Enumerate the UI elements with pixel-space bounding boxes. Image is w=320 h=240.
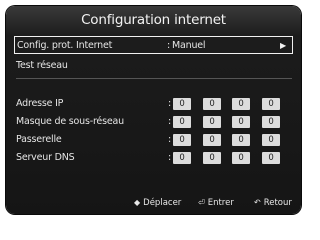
- config-protocol-value: Manuel: [172, 40, 206, 51]
- enter-hint-label: Entrer: [207, 198, 234, 208]
- gateway-row[interactable]: Passerelle : 0 0 0 0: [16, 132, 292, 148]
- dns-server-octet-4[interactable]: 0: [262, 152, 280, 164]
- subnet-mask-octet-4[interactable]: 0: [262, 116, 280, 128]
- enter-hint: ⏎ Entrer: [198, 192, 234, 214]
- right-arrow-icon[interactable]: ▶: [280, 37, 286, 55]
- move-hint: ◆ Déplacer: [134, 192, 181, 214]
- divider: [16, 78, 292, 79]
- enter-icon: ⏎: [198, 198, 205, 207]
- config-protocol-label: Config. prot. Internet: [17, 40, 113, 51]
- dns-server-colon: :: [168, 152, 172, 163]
- ip-address-octet-1[interactable]: 0: [173, 98, 191, 110]
- subnet-mask-colon: :: [168, 116, 172, 127]
- subnet-mask-octet-2[interactable]: 0: [203, 116, 221, 128]
- return-hint-label: Retour: [263, 198, 292, 208]
- dns-server-octet-1[interactable]: 0: [173, 152, 191, 164]
- gateway-octet-1[interactable]: 0: [173, 134, 191, 146]
- network-test-label: Test réseau: [16, 60, 68, 71]
- ip-address-octet-3[interactable]: 0: [232, 98, 250, 110]
- gateway-label: Passerelle: [16, 134, 62, 145]
- up-down-icon: ◆: [134, 198, 141, 207]
- subnet-mask-octet-1[interactable]: 0: [173, 116, 191, 128]
- dns-server-row[interactable]: Serveur DNS : 0 0 0 0: [16, 150, 292, 166]
- gateway-octet-3[interactable]: 0: [232, 134, 250, 146]
- panel-title: Configuration internet: [81, 12, 226, 28]
- ip-address-label: Adresse IP: [16, 98, 64, 109]
- subnet-mask-row[interactable]: Masque de sous-réseau : 0 0 0 0: [16, 114, 292, 130]
- subnet-mask-octet-3[interactable]: 0: [232, 116, 250, 128]
- return-icon: ↶: [254, 198, 261, 207]
- return-hint[interactable]: ↶ Retour: [254, 192, 292, 214]
- move-hint-label: Déplacer: [143, 198, 182, 208]
- dns-server-octet-3[interactable]: 0: [232, 152, 250, 164]
- ip-address-octet-2[interactable]: 0: [203, 98, 221, 110]
- dns-server-octet-2[interactable]: 0: [203, 152, 221, 164]
- config-protocol-row[interactable]: Config. prot. Internet : Manuel ▶: [14, 36, 293, 54]
- ip-address-octet-4[interactable]: 0: [262, 98, 280, 110]
- config-protocol-colon: :: [167, 40, 171, 51]
- dns-server-label: Serveur DNS: [16, 152, 75, 163]
- gateway-octet-2[interactable]: 0: [203, 134, 221, 146]
- subnet-mask-label: Masque de sous-réseau: [16, 116, 124, 127]
- gateway-octet-4[interactable]: 0: [262, 134, 280, 146]
- ip-address-colon: :: [168, 98, 172, 109]
- network-settings-panel: Configuration internet Config. prot. Int…: [6, 6, 301, 214]
- footer-help-bar: ◆ Déplacer ⏎ Entrer ↶ Retour: [6, 192, 301, 214]
- gateway-colon: :: [168, 134, 172, 145]
- ip-address-row[interactable]: Adresse IP : 0 0 0 0: [16, 96, 292, 112]
- network-test-row[interactable]: Test réseau: [16, 58, 292, 74]
